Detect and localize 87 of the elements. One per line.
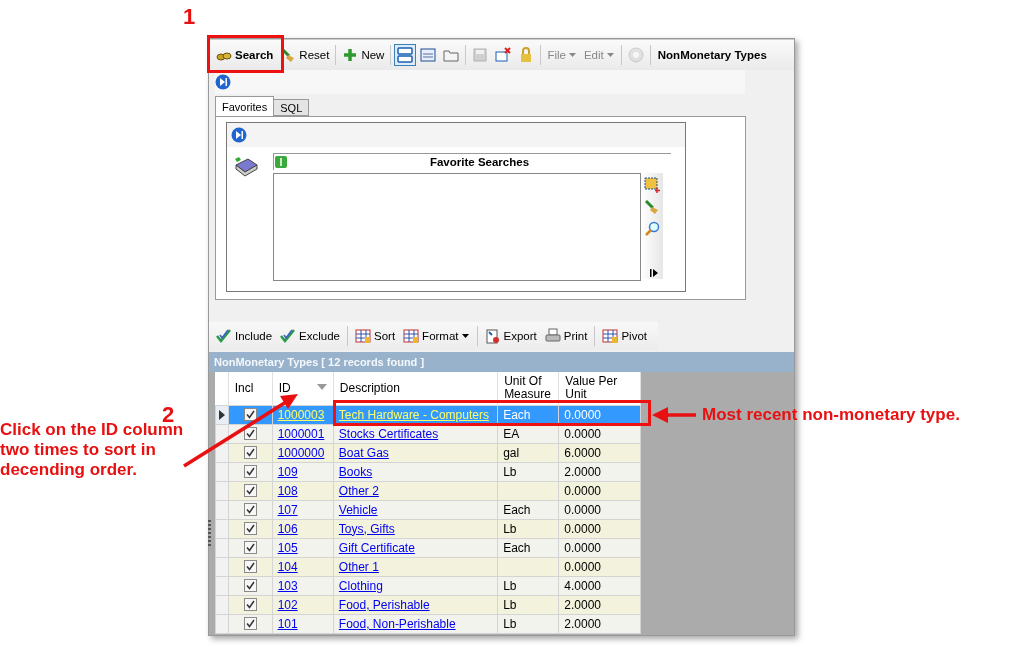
checkbox[interactable] xyxy=(243,484,257,497)
description-link[interactable]: Books xyxy=(338,464,373,479)
caret-icon xyxy=(461,333,470,339)
table-cell: Each xyxy=(503,407,531,422)
sort-arrow-icon xyxy=(316,384,327,390)
checkbox[interactable] xyxy=(243,446,257,459)
split-view-button[interactable] xyxy=(394,44,417,66)
toolbar-button[interactable]: Include xyxy=(213,326,276,346)
tab[interactable]: Favorites xyxy=(215,96,275,116)
table-cell: 0.0000 xyxy=(564,521,602,536)
toolbar-button[interactable]: Format xyxy=(400,326,473,346)
toolbar-button[interactable]: Print xyxy=(541,326,591,346)
checkbox[interactable] xyxy=(243,541,257,554)
window-title: NonMonetary Types xyxy=(657,49,767,61)
save-icon xyxy=(472,47,489,63)
plus-icon xyxy=(342,47,359,63)
table-cell: EA xyxy=(503,426,520,441)
table-cell: 4.0000 xyxy=(564,578,602,593)
column-header[interactable]: ID xyxy=(272,372,334,405)
column-header[interactable]: Incl xyxy=(228,372,273,405)
table-cell: Each xyxy=(503,502,531,517)
toolbar-button[interactable]: Export xyxy=(481,326,540,346)
checkbox[interactable] xyxy=(243,427,257,440)
checkbox[interactable] xyxy=(243,503,257,516)
callout-text: Most recent non-monetary type. xyxy=(702,405,960,425)
form-view-icon xyxy=(420,47,437,63)
grid-title: NonMonetary Types [ 12 records found ] xyxy=(209,352,794,372)
toolbar-button[interactable]: Search xyxy=(213,45,277,65)
checkmark-icon xyxy=(280,328,297,344)
checkmark-icon xyxy=(216,328,232,344)
description-link[interactable]: Other 2 xyxy=(338,483,379,498)
table-cell: 2.0000 xyxy=(564,616,602,631)
table-cell: 0.0000 xyxy=(564,559,602,574)
printer-icon xyxy=(544,328,561,344)
toolbar-button[interactable]: Exclude xyxy=(277,326,343,346)
panel-title: Favorite Searches xyxy=(428,156,531,168)
folder-icon xyxy=(443,47,460,63)
toolbar-button[interactable]: Sort xyxy=(352,326,399,346)
instruction-text: Click on the ID column two times to sort in decending order. xyxy=(0,420,185,480)
export-icon xyxy=(484,328,501,344)
table-cell: Lb xyxy=(503,597,517,612)
checkbox[interactable] xyxy=(243,522,257,535)
add-view-icon[interactable] xyxy=(644,177,660,193)
search-icon[interactable] xyxy=(644,221,660,237)
pause-icon[interactable] xyxy=(274,155,288,169)
checkbox[interactable] xyxy=(243,598,257,611)
checkbox[interactable] xyxy=(243,465,257,478)
table-cell: 0.0000 xyxy=(564,407,602,422)
table-cell: 2.0000 xyxy=(564,464,602,479)
checkbox[interactable] xyxy=(243,579,257,592)
description-link[interactable]: Vehicle xyxy=(338,502,378,517)
table-icon xyxy=(355,328,371,344)
broom-icon xyxy=(644,199,660,215)
row-header[interactable] xyxy=(215,405,229,424)
split-view-icon xyxy=(397,47,414,63)
tab[interactable]: SQL xyxy=(273,99,310,116)
table-cell: gal xyxy=(503,445,520,460)
caret-icon xyxy=(606,52,615,58)
favorites-list[interactable] xyxy=(273,173,641,281)
delete-icon xyxy=(495,47,512,63)
table-cell: Lb xyxy=(503,616,517,631)
table-icon xyxy=(602,328,619,344)
current-row-icon xyxy=(217,409,226,420)
checkbox[interactable] xyxy=(243,617,257,630)
skip-forward-icon[interactable] xyxy=(231,127,247,143)
checkbox[interactable] xyxy=(243,408,257,421)
table-cell: 2.0000 xyxy=(564,597,602,612)
table-cell: 0.0000 xyxy=(564,540,602,555)
caret-icon xyxy=(568,52,577,58)
table-cell: 0.0000 xyxy=(564,483,602,498)
description-link[interactable]: Other 1 xyxy=(338,559,379,574)
skip-forward-icon[interactable] xyxy=(215,74,231,90)
table-cell: Each xyxy=(503,540,531,555)
toolbar-button[interactable]: New xyxy=(339,45,388,65)
checkbox[interactable] xyxy=(243,560,257,573)
table-cell: 0.0000 xyxy=(564,502,602,517)
table-cell: Lb xyxy=(503,578,517,593)
expand-icon[interactable] xyxy=(649,269,659,277)
table-cell: Lb xyxy=(503,521,517,536)
table-cell: 0.0000 xyxy=(564,426,602,441)
table-cell: Lb xyxy=(503,464,517,479)
step-number: 1 xyxy=(183,4,196,30)
table-cell: 6.0000 xyxy=(564,445,602,460)
arrow xyxy=(652,407,696,423)
table-icon xyxy=(403,328,420,344)
toolbar-button[interactable]: Pivot xyxy=(599,326,650,346)
toolbar-button[interactable]: Reset xyxy=(277,45,333,65)
